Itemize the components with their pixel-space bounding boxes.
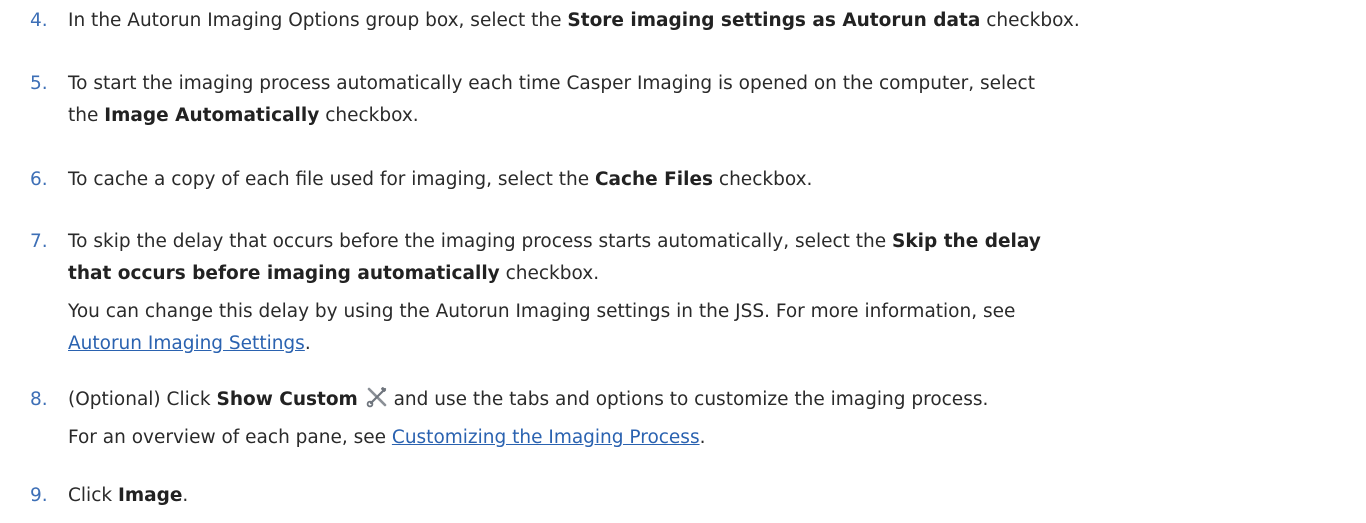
ui-term: Cache Files [594,169,714,190]
ui-term: Image [117,485,183,506]
autorun-imaging-settings-link[interactable]: Autorun Imaging Settings [68,333,305,354]
step-line: (Optional) Click Show Custom and use the… [68,384,1358,416]
step-text: (Optional) Click Show Custom and use the… [68,384,1358,454]
step-text: To cache a copy of each file used for im… [68,164,1358,196]
step-note: You can change this delay by using the A… [68,301,1016,322]
ui-term: Show Custom [216,389,358,410]
tools-icon [366,386,388,408]
step-line: To start the imaging process automatical… [68,73,1035,94]
ui-term: Store imaging settings as Autorun data [567,10,981,31]
ui-term: that occurs before imaging automatically [68,263,500,284]
customizing-imaging-process-link[interactable]: Customizing the Imaging Process [392,427,700,448]
step-text: In the Autorun Imaging Options group box… [68,5,1358,37]
ui-term: Image Automatically [104,105,320,126]
step-text: To start the imaging process automatical… [68,68,1358,132]
step-text: Click Image. [68,480,1358,512]
step-note: For an overview of each pane, see Custom… [68,427,706,448]
step-number: 6. [30,169,48,190]
step-line: the Image Automatically checkbox. [68,105,419,126]
step-line: In the Autorun Imaging Options group box… [68,10,1080,31]
step-number: 4. [30,10,48,31]
ui-term: Skip the delay [892,231,1041,252]
step-text: To skip the delay that occurs before the… [68,226,1358,360]
step-line: To cache a copy of each file used for im… [68,169,813,190]
step-line: Click Image. [68,485,189,506]
step-number: 7. [30,231,48,252]
step-line: that occurs before imaging automatically… [68,263,600,284]
step-line: Autorun Imaging Settings. [68,333,311,354]
step-number: 5. [30,73,48,94]
step-number: 9. [30,485,48,506]
step-number: 8. [30,389,48,410]
step-line: To skip the delay that occurs before the… [68,231,1041,252]
